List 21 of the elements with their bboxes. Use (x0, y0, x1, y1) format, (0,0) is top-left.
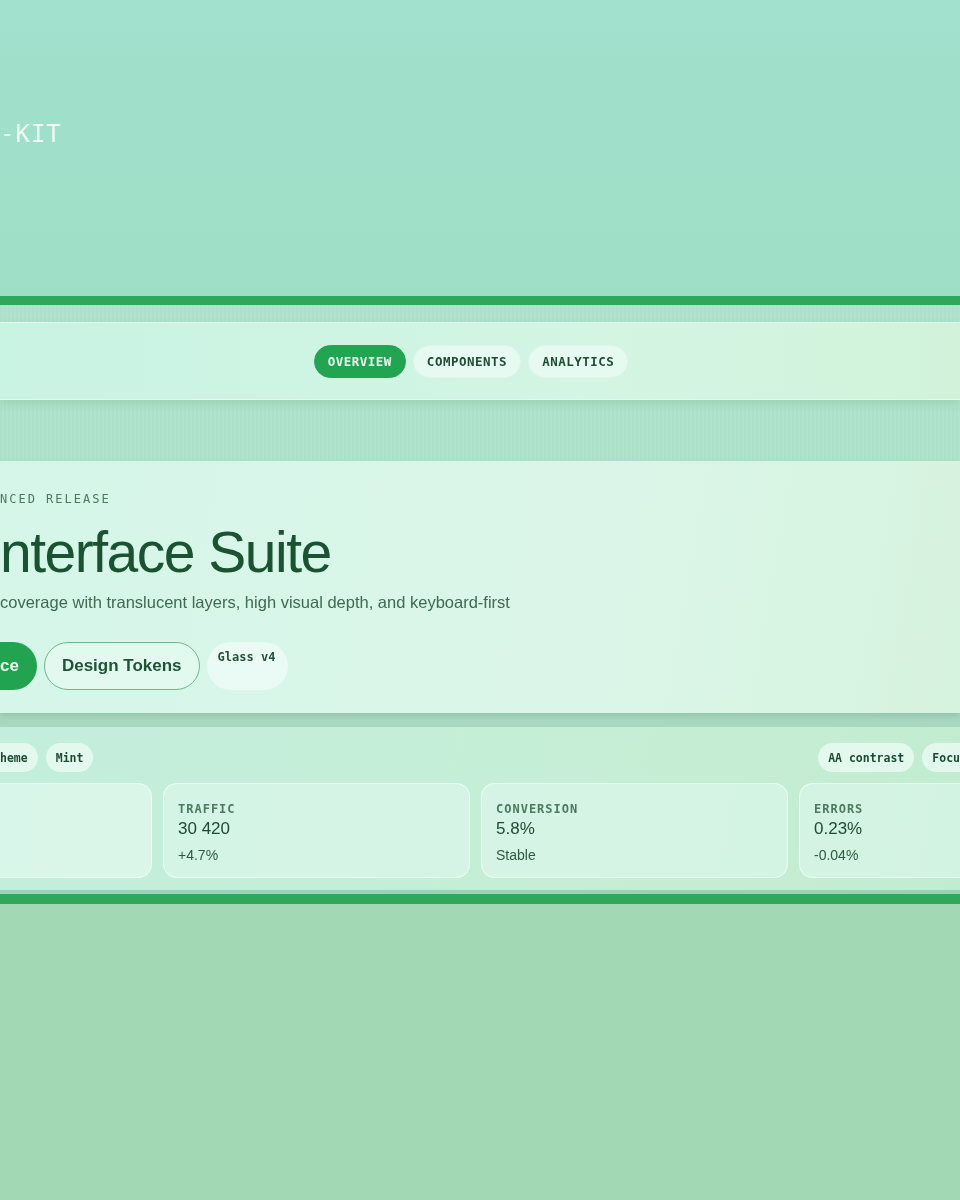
nav-tab[interactable]: ANALYTICS (528, 344, 629, 378)
eyebrow-text: NCED RELEASE (0, 492, 111, 506)
metric-label: TRAFFIC (178, 802, 236, 816)
nav-tab[interactable]: COMPONENTS (412, 344, 522, 378)
metric-value: 30 420 (178, 819, 230, 839)
metric-label: CONVERSION (496, 802, 579, 816)
tag-chip: Mint (45, 743, 94, 772)
metric-label: ERRORS (814, 802, 864, 816)
tag-chip: Focu (922, 743, 960, 772)
design-tokens-button[interactable]: Design Tokens (43, 642, 200, 690)
brand-name: -KIT (0, 120, 62, 148)
hero-title: nterface Suite (0, 519, 331, 585)
metric-change: Stable (496, 847, 536, 863)
metric-value: 0.23% (814, 819, 863, 839)
version-badge: Glass v4 (206, 642, 288, 690)
hero-subtitle: coverage with translucent layers, high visual depth, and keyboard-first (0, 593, 510, 612)
tag-chip: heme (0, 743, 38, 772)
metric-change: +4.7% (178, 847, 219, 863)
tag-chip: AA contrast (818, 743, 915, 772)
metric-value: 5.8% (496, 819, 535, 839)
metric-change: -0.04% (814, 847, 859, 863)
